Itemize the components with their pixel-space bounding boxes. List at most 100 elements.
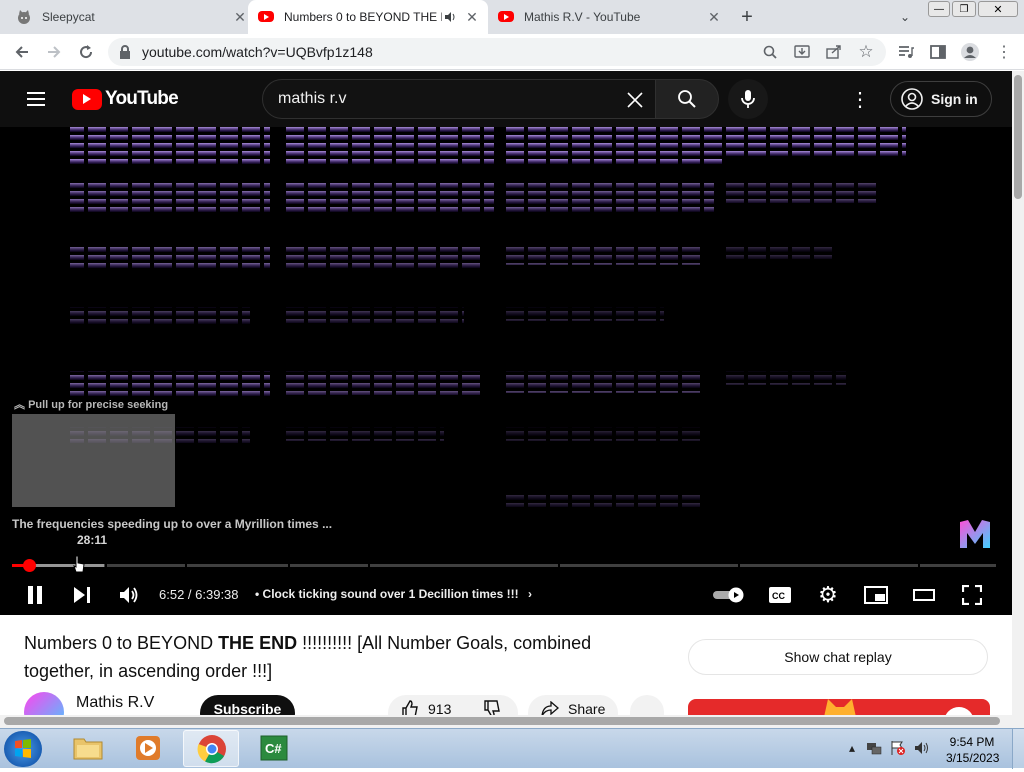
scroll-thumb[interactable] (1014, 75, 1022, 199)
chrome-taskbar-button[interactable] (183, 730, 239, 767)
voice-search-button[interactable] (728, 79, 768, 119)
omnibox[interactable]: youtube.com/watch?v=UQBvfp1z148 ☆ (108, 38, 886, 66)
start-button[interactable] (4, 731, 42, 767)
channel-watermark-m-logo[interactable] (958, 518, 992, 550)
media-controls-icon[interactable] (892, 38, 920, 66)
chrome-icon (196, 734, 228, 764)
horizontal-scrollbar[interactable] (0, 715, 1012, 728)
sign-in-label: Sign in (931, 91, 978, 107)
thumbs-down-icon[interactable] (482, 699, 502, 715)
bookmark-star-icon[interactable]: ☆ (852, 38, 880, 66)
next-video-icon[interactable] (64, 577, 100, 613)
fullscreen-icon[interactable] (954, 577, 990, 613)
action-center-flag-icon[interactable] (890, 740, 906, 756)
time-display: 6:52 / 6:39:38 (159, 587, 239, 602)
csharp-taskbar-button[interactable]: C# (246, 730, 302, 767)
subscribe-button[interactable]: Subscribe (200, 695, 295, 715)
chapter-gap (738, 564, 740, 567)
show-hidden-icons-icon[interactable]: ▴ (844, 740, 860, 756)
system-clock[interactable]: 9:54 PM 3/15/2023 (946, 734, 1000, 766)
theater-mode-icon[interactable] (906, 577, 942, 613)
search-button[interactable] (655, 79, 719, 119)
restore-icon[interactable]: ❐ (952, 1, 976, 17)
like-count: 913 (428, 701, 452, 715)
pause-icon[interactable] (17, 577, 53, 613)
sign-in-button[interactable]: Sign in (890, 81, 992, 117)
microphone-icon (741, 89, 755, 109)
chapter-gap (368, 564, 370, 567)
close-tab-icon[interactable]: ✕ (232, 9, 248, 25)
thumbs-up-icon (400, 699, 420, 715)
cat-icon (16, 9, 32, 25)
minimize-icon[interactable]: — (928, 1, 950, 17)
settings-gear-icon[interactable]: ⚙ (810, 577, 846, 613)
tab-mathis[interactable]: Mathis R.V - YouTube ✕ (498, 0, 722, 34)
preview-timestamp: 28:11 (77, 533, 108, 547)
tab-title: Mathis R.V - YouTube (524, 10, 641, 24)
share-icon[interactable] (820, 38, 848, 66)
zoom-search-icon[interactable] (756, 38, 784, 66)
back-arrow-icon[interactable] (8, 38, 36, 66)
scroll-thumb[interactable] (4, 717, 1000, 725)
seek-preview-thumbnail (12, 414, 175, 507)
youtube-icon (258, 9, 274, 25)
video-frame (70, 127, 906, 507)
chapter-gap (558, 564, 560, 567)
search-input[interactable] (278, 90, 608, 108)
search-box[interactable] (262, 79, 656, 119)
profile-icon[interactable] (956, 38, 984, 66)
tab-search-chevron-icon[interactable]: ⌄ (896, 9, 914, 25)
youtube-header: YouTube ⋮ (0, 71, 1012, 127)
channel-name[interactable]: Mathis R.V (76, 694, 154, 712)
show-desktop-button[interactable] (1012, 729, 1024, 769)
autoplay-toggle-icon[interactable] (710, 577, 748, 613)
show-chat-replay-button[interactable]: Show chat replay (688, 639, 988, 675)
share-label: Share (568, 701, 606, 715)
youtube-play-logo-icon (72, 88, 102, 110)
tab-sleepycat[interactable]: Sleepycat ✕ (16, 0, 248, 34)
explorer-taskbar-button[interactable] (60, 730, 116, 767)
seek-handle[interactable] (22, 559, 36, 572)
miniplayer-icon[interactable] (858, 577, 894, 613)
close-window-icon[interactable]: ✕ (978, 1, 1018, 17)
side-panel-icon[interactable] (924, 38, 952, 66)
volume-tray-icon[interactable] (914, 740, 930, 756)
toolbar: youtube.com/watch?v=UQBvfp1z148 ☆ ⋮ (0, 34, 1024, 70)
channel-avatar[interactable] (24, 692, 64, 715)
csharp-editor-icon: C# (258, 734, 290, 762)
tab-numbers[interactable]: Numbers 0 to BEYOND THE END !!!!!!!!!! [… (248, 0, 488, 34)
install-app-icon[interactable] (788, 38, 816, 66)
chapter-label[interactable]: • Clock ticking sound over 1 Decillion t… (255, 587, 532, 601)
media-player-icon (132, 734, 164, 762)
network-icon[interactable] (866, 740, 882, 756)
like-button[interactable]: 913 (388, 695, 518, 715)
close-tab-icon[interactable]: ✕ (706, 9, 722, 25)
seek-hint: ︽ Pull up for precise seeking (14, 399, 169, 411)
vertical-scrollbar[interactable] (1012, 71, 1024, 728)
reload-icon[interactable] (72, 38, 100, 66)
close-tab-icon[interactable]: ✕ (464, 9, 480, 25)
closed-captions-icon[interactable]: CC (762, 577, 798, 613)
volume-icon[interactable] (111, 577, 147, 613)
chrome-menu-icon[interactable]: ⋮ (990, 38, 1018, 66)
clock-date: 3/15/2023 (946, 751, 1000, 765)
share-arrow-icon (540, 699, 560, 715)
clear-search-icon[interactable] (623, 88, 647, 112)
lock-icon (118, 45, 132, 59)
forward-arrow-icon[interactable] (40, 38, 68, 66)
video-player[interactable]: ︽ Pull up for precise seeking The freque… (0, 127, 1012, 615)
more-actions-button[interactable] (630, 695, 664, 715)
speaker-icon[interactable] (442, 9, 458, 25)
folder-icon (72, 734, 104, 762)
url-text: youtube.com/watch?v=UQBvfp1z148 (142, 44, 373, 60)
hamburger-menu-icon[interactable] (24, 87, 48, 111)
preview-chapter-title: The frequencies speeding up to over a My… (12, 517, 333, 531)
youtube-logo[interactable]: YouTube (72, 88, 179, 110)
new-tab-plus-icon[interactable]: + (736, 6, 758, 28)
seek-bar[interactable] (12, 559, 996, 572)
media-player-taskbar-button[interactable] (120, 730, 176, 767)
settings-dots-icon[interactable]: ⋮ (848, 87, 872, 111)
tab-title: Numbers 0 to BEYOND THE END !!!!!!!!!! [… (284, 10, 442, 24)
ad-banner[interactable] (688, 699, 990, 715)
share-button[interactable]: Share (528, 695, 618, 715)
